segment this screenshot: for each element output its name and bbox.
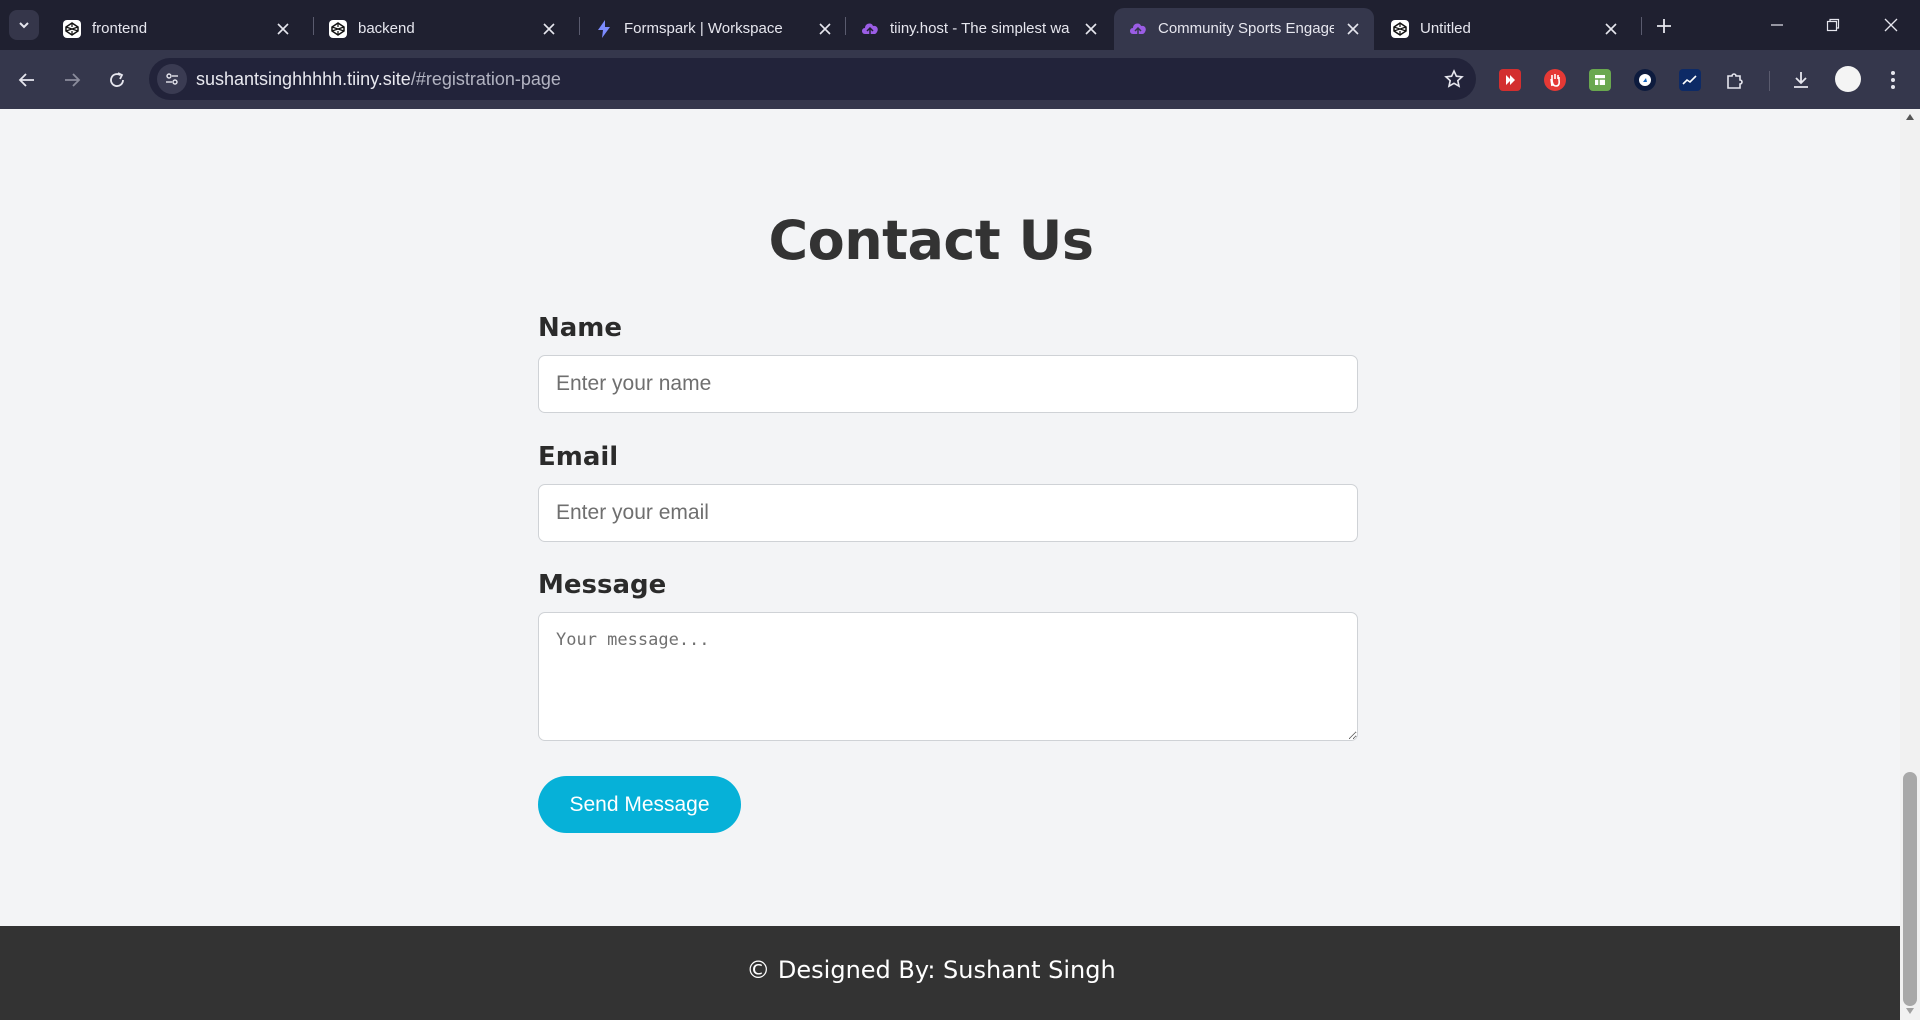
email-input[interactable]	[538, 484, 1358, 542]
site-info-button[interactable]	[157, 64, 187, 94]
chevron-down-icon	[19, 22, 29, 29]
tab-community-sports[interactable]: Community Sports Engage	[1114, 8, 1374, 50]
chart-extension[interactable]	[1679, 69, 1701, 91]
close-icon	[1884, 18, 1898, 32]
cloud-upload-icon	[860, 19, 880, 39]
url-path: /#registration-page	[410, 69, 561, 89]
footer: © Designed By: Sushant Singh	[0, 926, 1900, 1020]
tab-title: tiiny.host - The simplest wa	[890, 20, 1070, 37]
blue-circle-extension[interactable]	[1634, 69, 1656, 91]
forward-button[interactable]	[56, 64, 88, 96]
plus-icon	[1657, 19, 1671, 33]
name-input[interactable]	[538, 355, 1358, 413]
message-textarea[interactable]	[538, 612, 1358, 741]
codepen-icon	[1390, 19, 1410, 39]
send-message-button[interactable]: Send Message	[538, 776, 741, 833]
tab-strip: frontend backend Formspark | Workspace t…	[0, 0, 1920, 50]
arrow-right-icon	[65, 73, 81, 87]
tab-frontend[interactable]: frontend	[48, 8, 304, 50]
hand-icon	[1550, 74, 1560, 87]
tab-title: Community Sports Engage	[1158, 20, 1334, 37]
menu-button[interactable]	[1882, 69, 1904, 91]
back-button[interactable]	[11, 64, 43, 96]
profile-avatar[interactable]	[1835, 66, 1861, 92]
reload-icon	[110, 72, 124, 87]
browser-toolbar: sushantsinghhhhh.tiiny.site/#registratio…	[0, 50, 1920, 109]
star-icon	[1444, 69, 1464, 88]
sheet-icon	[1595, 75, 1605, 85]
reload-button[interactable]	[101, 64, 133, 96]
tune-icon	[166, 73, 178, 85]
vertical-scrollbar[interactable]	[1900, 109, 1920, 1020]
chart-icon	[1682, 75, 1697, 85]
message-label: Message	[538, 570, 667, 600]
close-icon[interactable]	[274, 20, 292, 38]
tab-title: Untitled	[1420, 20, 1471, 37]
arrow-left-icon	[18, 73, 34, 87]
tab-title: Formspark | Workspace	[624, 20, 783, 37]
extensions-button[interactable]	[1724, 69, 1746, 91]
more-vert-icon	[1891, 71, 1895, 89]
minimize-button[interactable]	[1754, 10, 1800, 40]
tab-title: backend	[358, 20, 415, 37]
scroll-down-arrow-icon[interactable]	[1906, 1008, 1914, 1014]
close-icon[interactable]	[1602, 20, 1620, 38]
page-title: Contact Us	[768, 209, 1094, 272]
close-icon[interactable]	[816, 20, 834, 38]
name-label: Name	[538, 313, 623, 343]
tab-divider	[1641, 17, 1642, 35]
scroll-up-arrow-icon[interactable]	[1906, 114, 1914, 120]
tab-search-button[interactable]	[9, 10, 39, 40]
email-label: Email	[538, 442, 619, 472]
codepen-icon	[328, 19, 348, 39]
bolt-icon	[594, 19, 614, 39]
page-content: Contact Us Name Email Message Send Messa…	[0, 109, 1900, 1020]
red-play-extension[interactable]	[1499, 69, 1521, 91]
close-icon[interactable]	[540, 20, 558, 38]
url-host: sushantsinghhhhh.tiiny.site	[196, 69, 411, 89]
close-window-button[interactable]	[1868, 10, 1914, 40]
downloads-button[interactable]	[1790, 69, 1812, 91]
toolbar-divider	[1769, 71, 1770, 91]
bookmark-star-button[interactable]	[1442, 67, 1466, 91]
cloud-upload-icon	[1128, 19, 1148, 39]
restore-button[interactable]	[1810, 10, 1856, 40]
green-sheet-extension[interactable]	[1589, 69, 1611, 91]
download-icon	[1794, 72, 1808, 88]
tab-title: frontend	[92, 20, 148, 37]
tab-untitled[interactable]: Untitled	[1376, 8, 1632, 50]
close-icon[interactable]	[1082, 20, 1100, 38]
red-hand-extension[interactable]	[1544, 69, 1566, 91]
tab-backend[interactable]: backend	[314, 8, 570, 50]
url-text: sushantsinghhhhh.tiiny.site/#registratio…	[196, 58, 561, 100]
minimize-icon	[1771, 24, 1783, 26]
puzzle-icon	[1727, 73, 1743, 89]
close-icon[interactable]	[1344, 20, 1362, 38]
tab-tiiny-host[interactable]: tiiny.host - The simplest wa	[846, 8, 1112, 50]
restore-icon	[1826, 18, 1840, 32]
codepen-icon	[62, 19, 82, 39]
scrollbar-thumb[interactable]	[1903, 772, 1917, 1006]
play-icon	[1506, 75, 1515, 85]
new-tab-button[interactable]	[1650, 12, 1678, 40]
footer-credit: © Designed By: Sushant Singh	[746, 956, 1116, 984]
compass-icon	[1639, 74, 1651, 86]
address-bar[interactable]: sushantsinghhhhh.tiiny.site/#registratio…	[149, 58, 1476, 100]
tab-formspark[interactable]: Formspark | Workspace	[580, 8, 846, 50]
